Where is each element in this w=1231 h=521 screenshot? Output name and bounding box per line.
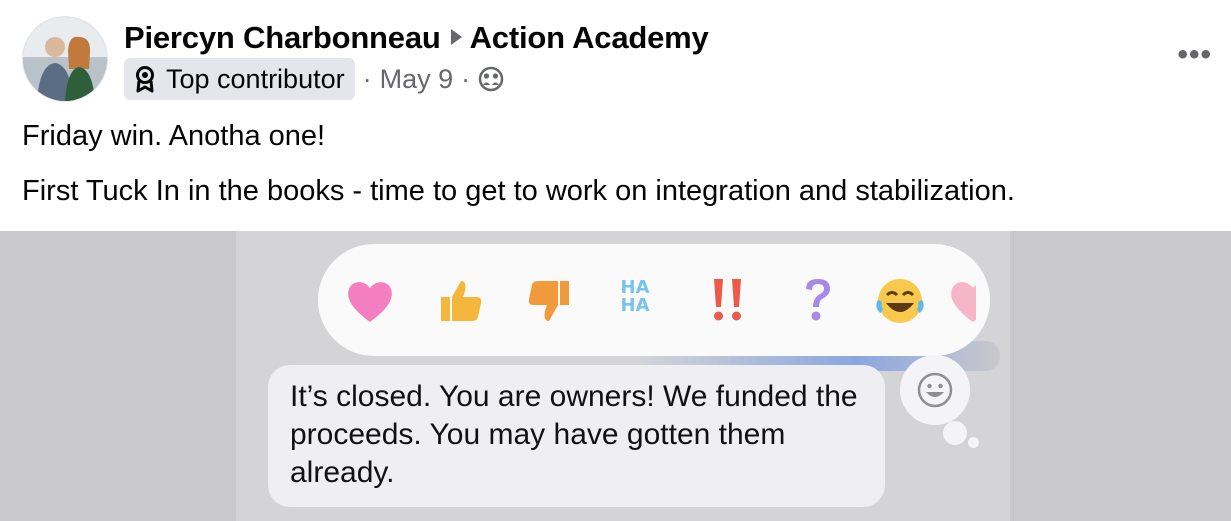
laughing-reaction-icon[interactable] [870, 271, 930, 341]
meta-line: Top contributor · May 9 · [124, 58, 504, 100]
post-image[interactable]: HA HA It’s closed. You are owners! We fun… [0, 231, 1231, 521]
post-date[interactable]: May 9 [380, 64, 454, 95]
caret-right-icon [450, 29, 462, 45]
group-name[interactable]: Action Academy [470, 20, 709, 55]
haha-reaction-icon[interactable]: HA HA [605, 271, 665, 315]
author-name[interactable]: Piercyn Charbonneau [124, 20, 441, 55]
thumbs-up-reaction-icon[interactable] [430, 271, 490, 339]
author-line: Piercyn Charbonneau Action Academy [124, 20, 709, 56]
separator: · [362, 63, 372, 94]
post-header: Piercyn Charbonneau Action Academy Top co… [22, 14, 1212, 106]
tail-dot [968, 437, 979, 448]
badge-icon [136, 66, 154, 93]
smiley-icon [917, 372, 953, 408]
more-options-icon[interactable]: ••• [1177, 38, 1212, 72]
badge-label: Top contributor [166, 63, 345, 94]
post-text-line: First Tuck In in the books - time to get… [22, 175, 1015, 207]
question-reaction-icon[interactable] [788, 271, 848, 339]
heart-partial-reaction-icon[interactable] [946, 271, 976, 342]
message-bubble: It’s closed. You are owners! We funded t… [268, 365, 885, 507]
top-contributor-badge[interactable]: Top contributor [124, 58, 355, 100]
reaction-list: HA HA [340, 271, 990, 331]
avatar[interactable] [22, 16, 108, 102]
thumbs-down-reaction-icon[interactable] [520, 271, 580, 341]
heart-reaction-icon[interactable] [340, 271, 400, 342]
exclamation-reaction-icon[interactable] [698, 271, 758, 339]
tail-dot [943, 421, 967, 445]
add-reaction-button[interactable] [900, 355, 970, 425]
separator: · [461, 63, 471, 94]
post-text-line: Friday win. Anotha one! [22, 120, 326, 152]
group-audience-icon [478, 66, 504, 92]
